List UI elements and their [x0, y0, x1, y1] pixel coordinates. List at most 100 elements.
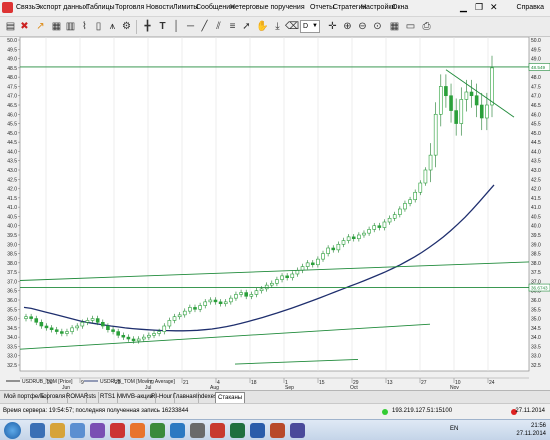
y-tick-label-left: 36.0 — [7, 298, 17, 304]
language-indicator[interactable]: EN — [450, 426, 458, 432]
app-icon-gray[interactable] — [190, 423, 205, 438]
x-tick-label: 27 — [421, 380, 427, 386]
menu-svyaz[interactable]: Связь — [16, 4, 35, 11]
scroll-icon[interactable]: ⊙ — [371, 20, 384, 33]
x-tick-label: 21 — [183, 380, 189, 386]
settings-icon[interactable]: ⚙ — [120, 20, 133, 33]
candle-body — [290, 273, 295, 279]
firefox-icon[interactable] — [130, 423, 145, 438]
y-tick-label-left: 47.5 — [7, 84, 17, 90]
chart-grid-icon[interactable]: ▦ — [388, 20, 401, 33]
app-icon-green[interactable] — [150, 423, 165, 438]
candle-body — [70, 327, 74, 332]
word-icon[interactable] — [250, 423, 265, 438]
menu-help[interactable]: Справка — [517, 4, 544, 11]
text-icon[interactable]: T — [156, 20, 169, 33]
y-tick-label-right: 41.5 — [531, 196, 541, 202]
candle-body — [111, 329, 115, 332]
quik-icon[interactable] — [210, 423, 225, 438]
skype-icon[interactable] — [170, 423, 185, 438]
menu-nontrade-orders[interactable]: Нетерговые поручения — [230, 4, 305, 11]
y-tick-label-left: 36.5 — [7, 289, 17, 295]
price-chart[interactable]: 50.0 49.5 49.0 48.5 48.0 47.5 47.0 46.5 46.0 45.5… — [0, 37, 550, 390]
cascade-icon[interactable]: ▤ — [4, 20, 17, 33]
crosshair-icon[interactable]: ╋ — [141, 20, 154, 33]
horizontal-line-icon[interactable]: ─ — [184, 20, 197, 33]
menu-tables[interactable]: Таблицы — [86, 4, 115, 11]
zoom-cursor-icon[interactable]: ↗ — [34, 20, 47, 33]
menu-windows[interactable]: Окна — [392, 4, 408, 11]
candle-body — [167, 320, 172, 327]
y-tick-label-right: 44.5 — [531, 140, 541, 146]
candle-body — [464, 91, 469, 100]
candles-icon[interactable]: ▯ — [92, 20, 105, 33]
candle-body — [182, 310, 187, 316]
app-icon-blue[interactable] — [290, 423, 305, 438]
candle-body — [208, 299, 213, 303]
menu-messages[interactable]: Сообщения — [196, 4, 234, 11]
price-label-text: 36.6743 — [531, 286, 548, 291]
print-icon[interactable]: ⎙ — [420, 20, 433, 33]
chart-scale-icon[interactable]: ▭ — [404, 20, 417, 33]
indicator-icon[interactable]: ⩚ — [106, 20, 119, 33]
menu-limits[interactable]: Лимиты — [173, 4, 198, 11]
app-icon-purple[interactable] — [90, 423, 105, 438]
interval-dropdown[interactable]: D ▼ — [300, 20, 320, 33]
toolbar-separator — [136, 20, 137, 34]
candle-body — [188, 307, 192, 312]
candle-body — [244, 292, 248, 297]
vertical-line-icon[interactable]: │ — [170, 20, 183, 33]
minimize-window-icon[interactable]: ▁ — [460, 2, 467, 13]
bar-chart-icon[interactable]: ▥ — [64, 20, 77, 33]
close-window-icon[interactable]: ✕ — [490, 2, 498, 13]
candle-body — [316, 258, 320, 266]
chart-type-icon[interactable]: ▦ — [50, 20, 63, 33]
menu-trading[interactable]: Торговля — [115, 4, 144, 11]
chart-window[interactable]: 50.0 49.5 49.0 48.5 48.0 47.5 47.0 46.5 46.0 45.5… — [0, 37, 550, 390]
y-tick-label-left: 42.5 — [7, 177, 17, 183]
trend-line-icon[interactable]: ╱ — [198, 20, 211, 33]
candle-body — [454, 110, 458, 124]
status-bar: Время сервера: 19:54:57; последняя получ… — [0, 403, 550, 419]
hand-icon[interactable]: ✋ — [256, 20, 269, 33]
candle-body — [403, 203, 407, 210]
windows-taskbar: EN 21:56 27.11.2014 — [0, 419, 550, 440]
candle-body — [44, 325, 49, 329]
arrow-icon[interactable]: ➚ — [240, 20, 253, 33]
start-button[interactable] — [4, 422, 21, 439]
tile-icon[interactable]: ✖ — [18, 20, 31, 33]
interval-dropdown-value: D — [303, 23, 309, 30]
menu-export[interactable]: Экспорт данных — [35, 4, 88, 11]
y-tick-label-left: 35.0 — [7, 317, 17, 323]
tab-rsts[interactable]: Rsts — [82, 392, 99, 403]
y-tick-label-left: 37.0 — [7, 279, 17, 285]
zoom-out-icon[interactable]: ⊖ — [356, 20, 369, 33]
channel-icon[interactable]: ⫽ — [212, 20, 225, 33]
menu-settings[interactable]: Настройки — [361, 4, 395, 11]
tab-order-books[interactable]: Стаканы — [215, 392, 246, 403]
pin-icon[interactable]: ⤓ — [271, 20, 284, 33]
y-tick-label-right: 46.0 — [531, 112, 541, 118]
candle-body — [362, 232, 366, 236]
candle-body — [259, 288, 264, 292]
excel-icon[interactable] — [230, 423, 245, 438]
restore-window-icon[interactable]: ❐ — [475, 2, 483, 13]
candle-body — [346, 236, 351, 241]
zoom-in-icon[interactable]: ⊕ — [341, 20, 354, 33]
y-tick-label-left: 37.5 — [7, 270, 17, 276]
opera-icon[interactable] — [110, 423, 125, 438]
explorer-icon[interactable] — [50, 423, 65, 438]
eraser-icon[interactable]: ⌫ — [285, 20, 299, 33]
media-player-icon[interactable] — [70, 423, 85, 438]
menu-news[interactable]: Новости — [146, 4, 173, 11]
ie-icon[interactable] — [30, 423, 45, 438]
system-tray-clock[interactable]: 21:56 27.11.2014 — [516, 422, 546, 438]
candle-body — [449, 95, 453, 111]
line-chart-icon[interactable]: ⌇ — [78, 20, 91, 33]
fibonacci-icon[interactable]: ≡ — [226, 20, 239, 33]
status-date: 27.11.2014 — [515, 408, 545, 414]
menu-reports[interactable]: Отчеты — [310, 4, 334, 11]
y-tick-label-right: 39.0 — [531, 242, 541, 248]
cross-icon[interactable]: ✛ — [326, 20, 339, 33]
powerpoint-icon[interactable] — [270, 423, 285, 438]
